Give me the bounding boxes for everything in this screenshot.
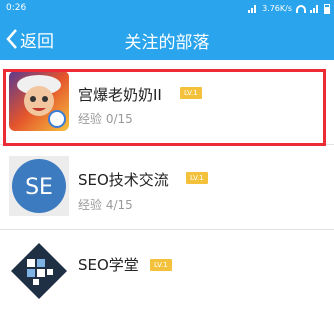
group-name: SEO技术交流	[78, 171, 169, 189]
nav-bar: 返回 关注的部落	[0, 18, 334, 60]
highlight-box	[3, 69, 326, 146]
se-logo-text: SE	[25, 175, 53, 200]
network-speed: 3.76K/s	[262, 4, 292, 13]
page-title: 关注的部落	[124, 33, 210, 53]
group-avatar: SE	[9, 156, 69, 216]
signal-icon	[248, 4, 258, 13]
status-icons: 3.76K/s	[248, 0, 330, 17]
wifi-icon	[296, 4, 306, 13]
level-badge: LV.1	[186, 172, 208, 184]
group-exp: 经验 4/15	[78, 198, 133, 212]
group-avatar	[9, 241, 69, 301]
list-item[interactable]: SEO学堂 LV.1	[0, 230, 334, 314]
se-logo-icon: SE	[12, 159, 66, 213]
seo-academy-icon	[11, 243, 67, 299]
battery-icon	[324, 3, 330, 14]
status-time: 0:26	[6, 3, 27, 13]
group-name: SEO学堂	[78, 256, 139, 274]
level-badge: LV.1	[150, 259, 172, 271]
list-item[interactable]: SE SEO技术交流 LV.1 经验 4/15	[0, 145, 334, 229]
status-bar: 0:26 3.76K/s	[0, 0, 334, 17]
top-bar: 0:26 3.76K/s 返回 关注的部落	[0, 0, 334, 60]
cell-signal-icon	[310, 4, 320, 13]
